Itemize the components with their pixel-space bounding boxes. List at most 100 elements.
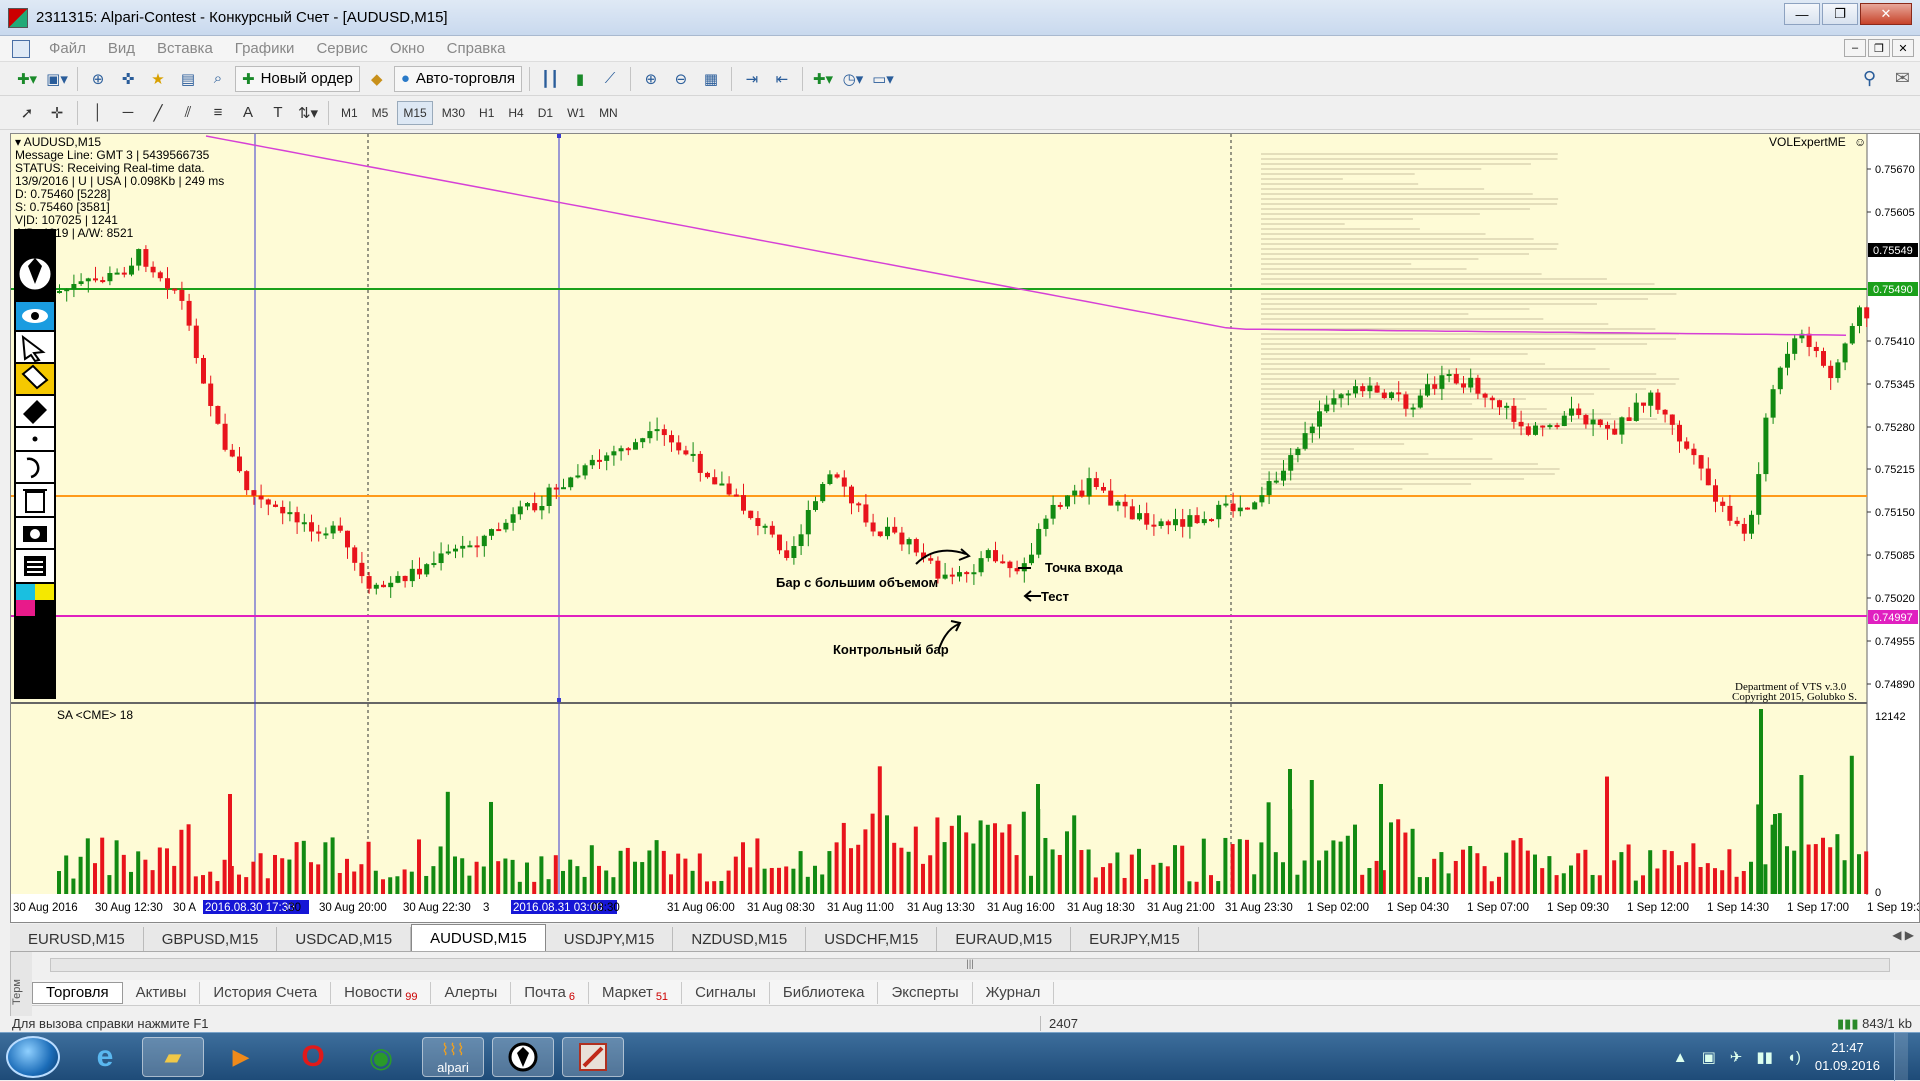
clock[interactable]: 21:47 01.09.2016	[1815, 1039, 1880, 1075]
color-yellow-icon[interactable]	[35, 584, 54, 600]
timeframe-m5[interactable]: M5	[367, 101, 394, 125]
mdi-minimize-button[interactable]: –	[1844, 39, 1866, 57]
folder-icon[interactable]: ▰	[142, 1037, 204, 1077]
search-icon[interactable]: ⚲	[1863, 68, 1876, 89]
menu-window[interactable]: Окно	[379, 40, 436, 57]
chrome-icon[interactable]: ◉	[350, 1037, 412, 1077]
tab-usdjpy[interactable]: USDJPY,M15	[546, 927, 674, 951]
timeframe-w1[interactable]: W1	[562, 101, 590, 125]
volume-icon[interactable]: ◖)	[1787, 1049, 1801, 1066]
new-chart-icon[interactable]: ✚▾	[14, 66, 40, 92]
undo-icon[interactable]	[16, 452, 54, 482]
terminal-tab-signals[interactable]: Сигналы	[682, 981, 770, 1004]
menu-charts[interactable]: Графики	[224, 40, 306, 57]
timeframe-h4[interactable]: H4	[503, 101, 528, 125]
app-icon[interactable]	[562, 1037, 624, 1077]
ie-icon[interactable]: e	[74, 1037, 136, 1077]
show-desktop-button[interactable]	[1894, 1033, 1908, 1081]
menu-tools[interactable]: Сервис	[305, 40, 378, 57]
auto-scroll-icon[interactable]: ⇥	[739, 66, 765, 92]
tester-icon[interactable]: ⌕	[205, 66, 231, 92]
channel-icon[interactable]: ⫽	[175, 100, 201, 126]
timeframe-d1[interactable]: D1	[533, 101, 558, 125]
close-button[interactable]: ✕	[1860, 3, 1912, 25]
color-magenta-icon[interactable]	[16, 600, 35, 616]
indicators-icon[interactable]: ✚▾	[810, 66, 836, 92]
new-order-button[interactable]: ✚ Новый ордер	[235, 65, 360, 92]
minimize-button[interactable]: —	[1784, 3, 1820, 25]
color-cyan-icon[interactable]	[16, 584, 35, 600]
line-chart-icon[interactable]: ⟋	[597, 66, 623, 92]
document-icon[interactable]	[12, 39, 30, 58]
timeframe-m15[interactable]: M15	[397, 100, 433, 125]
line-handle-bottom[interactable]	[557, 698, 561, 702]
terminal-tab-market[interactable]: Маркет 51	[589, 981, 683, 1004]
tab-audusd[interactable]: AUDUSD,M15	[411, 924, 546, 951]
favorites-icon[interactable]: ★	[145, 66, 171, 92]
menu-help[interactable]: Справка	[436, 40, 517, 57]
terminal-tab-library[interactable]: Библиотека	[770, 981, 879, 1004]
tab-eurjpy[interactable]: EURJPY,M15	[1071, 927, 1199, 951]
pen-tool-icon[interactable]	[492, 1037, 554, 1077]
start-button[interactable]	[6, 1036, 60, 1078]
zoom-out-icon[interactable]: ⊖	[668, 66, 694, 92]
crosshair-icon[interactable]: ✛	[44, 100, 70, 126]
terminal-icon[interactable]: ▤	[175, 66, 201, 92]
menu-file[interactable]: Файл	[38, 40, 97, 57]
candle-chart-icon[interactable]: ▮	[567, 66, 593, 92]
market-watch-icon[interactable]: ⊕	[85, 66, 111, 92]
mdi-restore-button[interactable]: ❐	[1868, 39, 1890, 57]
tab-nzdusd[interactable]: NZDUSD,M15	[673, 927, 807, 951]
text-icon[interactable]: A	[235, 100, 261, 126]
chat-icon[interactable]: ✉	[1895, 68, 1910, 89]
tab-usdchf[interactable]: USDCHF,M15	[806, 927, 938, 951]
tile-windows-icon[interactable]: ▦	[698, 66, 724, 92]
terminal-tab-news[interactable]: Новости 99	[331, 981, 432, 1004]
metaeditor-icon[interactable]: ◆	[364, 66, 390, 92]
tab-gbpusd[interactable]: GBPUSD,M15	[144, 927, 278, 951]
terminal-scrollbar[interactable]: |||	[50, 958, 1890, 972]
fibo-icon[interactable]: ≡	[205, 100, 231, 126]
chart-window[interactable]: 0.75670 0.75605 0.75410 0.75345 0.75280 0.752…	[10, 133, 1920, 923]
tab-scroll-arrows[interactable]: ◀ ▶	[1892, 928, 1914, 942]
terminal-tab-journal[interactable]: Журнал	[973, 981, 1055, 1004]
tray-expand-icon[interactable]: ▲	[1673, 1049, 1688, 1066]
terminal-tab-alerts[interactable]: Алерты	[431, 981, 512, 1004]
color-black-icon[interactable]	[35, 600, 54, 616]
terminal-tab-assets[interactable]: Активы	[123, 981, 201, 1004]
menu-insert[interactable]: Вставка	[146, 40, 224, 57]
timeframe-m1[interactable]: M1	[336, 101, 363, 125]
trendline-icon[interactable]: ╱	[145, 100, 171, 126]
menu-view[interactable]: Вид	[97, 40, 146, 57]
terminal-tab-trade[interactable]: Торговля	[32, 981, 123, 1004]
tray-app-icon[interactable]: ▣	[1702, 1048, 1716, 1066]
terminal-tab-experts[interactable]: Эксперты	[878, 981, 973, 1004]
tab-eurusd[interactable]: EURUSD,M15	[10, 927, 144, 951]
maximize-button[interactable]: ❐	[1822, 3, 1858, 25]
price-chart[interactable]: 0.75670 0.75605 0.75410 0.75345 0.75280 0.752…	[11, 134, 1919, 922]
tray-network-monitor-icon[interactable]: ✈	[1730, 1048, 1743, 1066]
alpari-icon[interactable]: ⌇⌇⌇ alpari	[422, 1037, 484, 1077]
bar-chart-icon[interactable]: ┃┃	[537, 66, 563, 92]
templates-icon[interactable]: ▭▾	[870, 66, 896, 92]
cursor-icon[interactable]: ➚	[14, 100, 40, 126]
crosshair-nav-icon[interactable]: ✜	[115, 66, 141, 92]
media-icon[interactable]: ▶	[210, 1037, 272, 1077]
zoom-in-icon[interactable]: ⊕	[638, 66, 664, 92]
profiles-icon[interactable]: ▣▾	[44, 66, 70, 92]
auto-trading-button[interactable]: ● Авто-торговля	[393, 65, 522, 92]
periods-icon[interactable]: ◷▾	[840, 66, 866, 92]
horizontal-line-icon[interactable]: ─	[115, 100, 141, 126]
vertical-line-icon[interactable]: │	[85, 100, 111, 126]
tray-signal-icon[interactable]: ▮▮	[1756, 1048, 1773, 1066]
line-handle-top[interactable]	[557, 134, 561, 138]
mdi-close-button[interactable]: ✕	[1892, 39, 1914, 57]
text-label-icon[interactable]: T	[265, 100, 291, 126]
opera-icon[interactable]: O	[282, 1037, 344, 1077]
arrows-icon[interactable]: ⇅▾	[295, 100, 321, 126]
timeframe-m30[interactable]: M30	[437, 101, 470, 125]
timeframe-h1[interactable]: H1	[474, 101, 499, 125]
terminal-tab-history[interactable]: История Счета	[200, 981, 332, 1004]
tab-euraud[interactable]: EURAUD,M15	[937, 927, 1072, 951]
tab-usdcad[interactable]: USDCAD,M15	[277, 927, 412, 951]
